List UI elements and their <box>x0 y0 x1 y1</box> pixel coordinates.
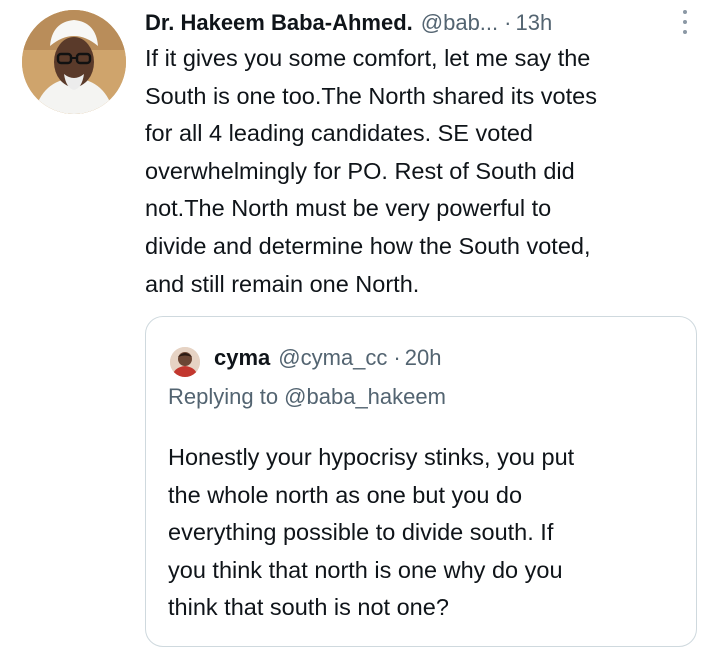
replying-to[interactable]: Replying to @baba_hakeem <box>168 384 446 410</box>
tweet-text-line: not.The North must be very powerful to <box>145 195 552 222</box>
quoted-author-name[interactable]: cyma <box>214 345 270 371</box>
quoted-text-line: Honestly your hypocrisy stinks, you put <box>168 444 575 470</box>
quoted-avatar-image <box>170 347 200 377</box>
quoted-author-avatar[interactable] <box>170 347 200 377</box>
tweet-text-line: for all 4 leading candidates. SE voted <box>145 120 534 147</box>
tweet-header: Dr. Hakeem Baba-Ahmed. @bab... · 13h <box>145 8 685 38</box>
quoted-tweet-card[interactable]: cyma @cyma_cc · 20h Replying to @baba_ha… <box>145 316 697 647</box>
tweet-text-line: If it gives you some comfort, let me say… <box>145 45 591 71</box>
tweet-text-line: overwhelmingly for PO. Rest of South did <box>145 157 575 184</box>
quoted-text-line: everything possible to divide south. If <box>168 519 554 546</box>
quoted-tweet-timestamp[interactable]: 20h <box>405 345 442 371</box>
quoted-text-line: you think that north is one why do you <box>168 556 563 583</box>
author-name[interactable]: Dr. Hakeem Baba-Ahmed. <box>145 10 413 36</box>
quoted-tweet-header: cyma @cyma_cc · 20h <box>214 343 441 373</box>
separator-dot: · <box>393 345 401 370</box>
tweet-text-line: and still remain one North. <box>145 270 420 297</box>
tweet-timestamp[interactable]: 13h <box>515 10 552 36</box>
author-avatar-image <box>22 10 126 114</box>
tweet-text: If it gives you some comfort, let me say… <box>145 40 705 303</box>
more-icon[interactable] <box>681 10 689 34</box>
tweet-text-line: South is one too.The North shared its vo… <box>145 82 597 109</box>
separator-dot: · <box>504 10 512 35</box>
quoted-author-handle[interactable]: @cyma_cc <box>278 345 387 371</box>
author-handle[interactable]: @bab... <box>421 10 498 36</box>
author-avatar[interactable] <box>22 10 126 114</box>
quoted-text-line: the whole north as one but you do <box>168 481 523 508</box>
quoted-tweet-text: Honestly your hypocrisy stinks, you put … <box>168 439 688 627</box>
quoted-text-line: think that south is not one? <box>168 594 449 621</box>
tweet-text-line: divide and determine how the South voted… <box>145 232 591 259</box>
